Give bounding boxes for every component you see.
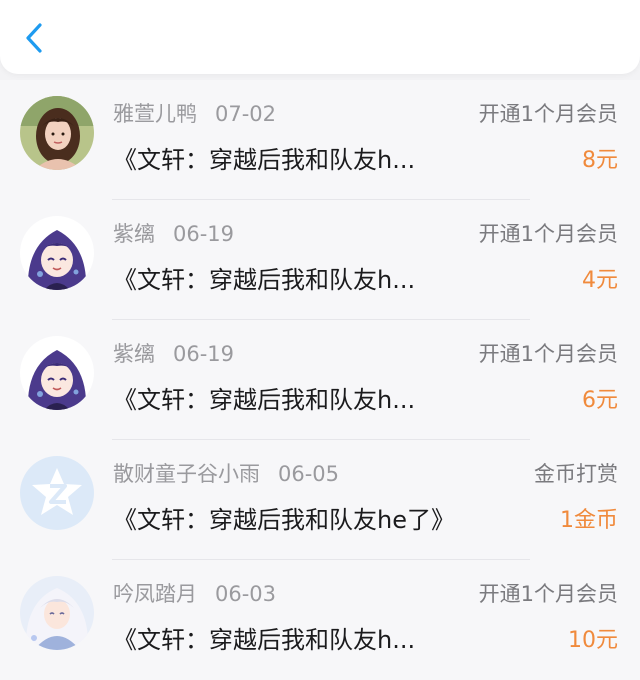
list-item[interactable]: 雅萱儿鸭 07-02 开通1个月会员 《文轩：穿越后我和队友h... 8元: [0, 80, 640, 200]
user-name[interactable]: 散财童子谷小雨: [113, 462, 260, 486]
anime-avatar-icon: [20, 336, 94, 410]
record-meta: 紫缡 06-19: [113, 338, 234, 368]
record-meta: 雅萱儿鸭 07-02: [113, 98, 276, 128]
anime-avatar-icon: [20, 576, 94, 650]
user-name[interactable]: 吟凤踏月: [113, 582, 197, 606]
avatar[interactable]: [20, 216, 94, 290]
record-amount: 8元: [582, 148, 618, 173]
book-title[interactable]: 《文轩：穿越后我和队友h...: [113, 620, 415, 655]
list-item[interactable]: 吟凤踏月 06-03 开通1个月会员 《文轩：穿越后我和队友h... 10元: [0, 560, 640, 680]
photo-avatar-icon: [20, 96, 94, 170]
record-date: 06-05: [278, 462, 340, 486]
default-avatar-icon: [20, 456, 94, 530]
book-title[interactable]: 《文轩：穿越后我和队友h...: [113, 380, 415, 415]
record-amount: 6元: [582, 388, 618, 413]
record-action: 开通1个月会员: [478, 102, 618, 126]
user-name[interactable]: 紫缡: [113, 222, 155, 246]
anime-avatar-icon: [20, 216, 94, 290]
record-date: 07-02: [215, 102, 277, 126]
book-title[interactable]: 《文轩：穿越后我和队友he了》: [113, 500, 455, 535]
record-amount: 10元: [568, 628, 618, 653]
record-date: 06-19: [173, 342, 235, 366]
record-action: 开通1个月会员: [478, 222, 618, 246]
record-list: 雅萱儿鸭 07-02 开通1个月会员 《文轩：穿越后我和队友h... 8元 紫缡 0…: [0, 80, 640, 680]
record-action: 金币打赏: [534, 462, 618, 486]
record-action: 开通1个月会员: [478, 342, 618, 366]
top-bar: [0, 0, 640, 74]
record-amount: 4元: [582, 268, 618, 293]
user-name[interactable]: 紫缡: [113, 342, 155, 366]
record-meta: 紫缡 06-19: [113, 218, 234, 248]
record-action: 开通1个月会员: [478, 582, 618, 606]
avatar[interactable]: [20, 336, 94, 410]
list-item[interactable]: 紫缡 06-19 开通1个月会员 《文轩：穿越后我和队友h... 6元: [0, 320, 640, 440]
record-date: 06-03: [215, 582, 277, 606]
record-amount: 1金币: [560, 508, 618, 533]
record-meta: 散财童子谷小雨 06-05: [113, 458, 339, 488]
avatar[interactable]: [20, 576, 94, 650]
list-item[interactable]: 紫缡 06-19 开通1个月会员 《文轩：穿越后我和队友h... 4元: [0, 200, 640, 320]
record-meta: 吟凤踏月 06-03: [113, 578, 276, 608]
user-name[interactable]: 雅萱儿鸭: [113, 102, 197, 126]
avatar[interactable]: [20, 456, 94, 530]
chevron-left-icon: [26, 23, 42, 53]
book-title[interactable]: 《文轩：穿越后我和队友h...: [113, 260, 415, 295]
list-item[interactable]: 散财童子谷小雨 06-05 金币打赏 《文轩：穿越后我和队友he了》 1金币: [0, 440, 640, 560]
record-date: 06-19: [173, 222, 235, 246]
back-button[interactable]: [18, 20, 54, 56]
book-title[interactable]: 《文轩：穿越后我和队友h...: [113, 140, 415, 175]
avatar[interactable]: [20, 96, 94, 170]
